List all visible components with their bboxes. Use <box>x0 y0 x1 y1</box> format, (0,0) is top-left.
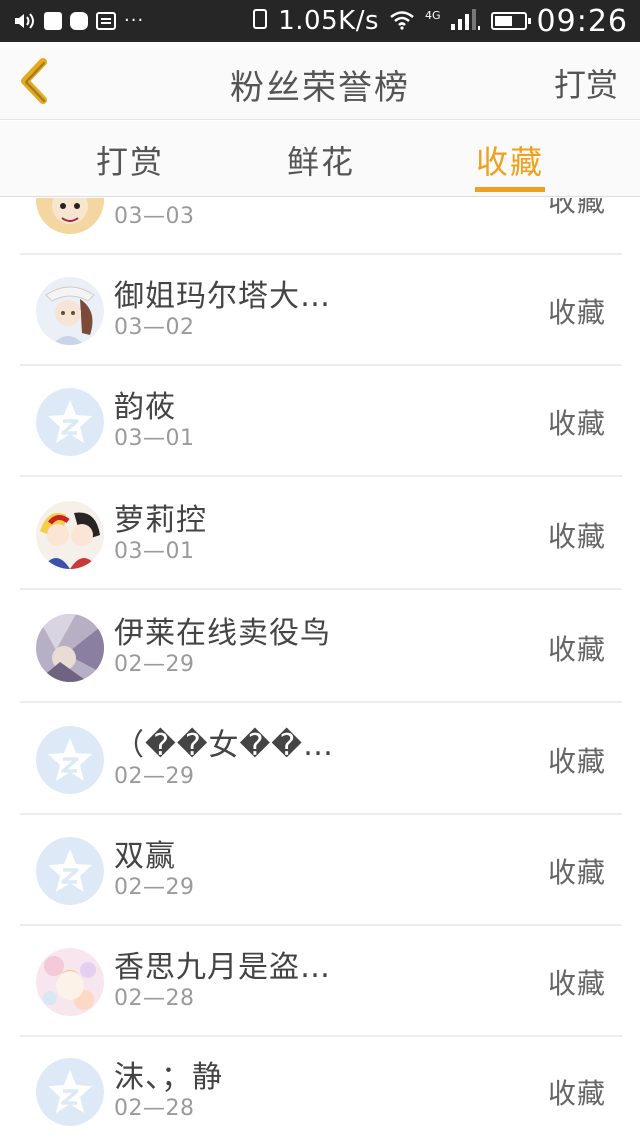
list-item[interactable]: 03—03 收藏 <box>20 198 622 255</box>
list-item[interactable]: （��女��… 02—29 收藏 <box>20 704 622 815</box>
default-avatar-icon[interactable] <box>36 388 104 456</box>
tab-favorites[interactable]: 收藏 <box>476 137 544 183</box>
date: 03—02 <box>114 315 195 340</box>
tab-reward[interactable]: 打赏 <box>96 137 164 183</box>
default-avatar-icon[interactable] <box>36 726 104 794</box>
fan-list[interactable]: 03—03 收藏 御姐玛尔塔大… 03—02 收藏 韵莜 03—01 收藏 萝莉… <box>0 198 640 1138</box>
favorite-label: 收藏 <box>547 633 606 666</box>
rounded-square-icon <box>70 12 88 30</box>
list-item[interactable]: 沫、；静 02—28 收藏 <box>20 1036 622 1138</box>
reward-button[interactable]: 打赏 <box>554 60 618 106</box>
date: 03—01 <box>114 426 195 451</box>
favorite-label: 收藏 <box>547 198 606 218</box>
avatar[interactable] <box>36 948 104 1016</box>
fan-name: 双赢 <box>114 839 176 874</box>
favorite-label: 收藏 <box>547 745 606 778</box>
favorite-label: 收藏 <box>547 967 606 1000</box>
signal-icon <box>450 6 481 37</box>
list-item[interactable]: 伊莱在线卖役鸟 02—29 收藏 <box>20 592 622 703</box>
favorite-label: 收藏 <box>547 856 606 889</box>
net-speed: 1.05K/s <box>278 6 379 36</box>
fan-name: 伊莱在线卖役鸟 <box>114 616 331 651</box>
default-avatar-icon[interactable] <box>36 837 104 905</box>
square-icon <box>44 12 62 30</box>
header: 粉丝荣誉榜 打赏 <box>0 42 640 120</box>
date: 02—29 <box>114 764 195 789</box>
favorite-label: 收藏 <box>547 520 606 553</box>
fan-name: 萝莉控 <box>114 503 207 538</box>
favorite-label: 收藏 <box>547 296 606 329</box>
active-tab-indicator <box>475 187 545 192</box>
avatar[interactable] <box>36 198 104 234</box>
clock: 09:26 <box>536 3 628 39</box>
default-avatar-icon[interactable] <box>36 1058 104 1126</box>
list-item[interactable]: 御姐玛尔塔大… 03—02 收藏 <box>20 255 622 366</box>
lock-icon <box>252 6 268 37</box>
fan-name: （��女��… <box>114 728 335 763</box>
more-dots-icon: ··· <box>124 10 145 31</box>
list-item[interactable]: 萝莉控 03—01 收藏 <box>20 479 622 590</box>
avatar[interactable] <box>36 277 104 345</box>
favorite-label: 收藏 <box>547 1077 606 1110</box>
date: 02—28 <box>114 986 195 1011</box>
wifi-icon <box>389 6 415 37</box>
fan-name: 韵莜 <box>114 390 176 425</box>
fan-name: 沫、；静 <box>114 1060 223 1095</box>
page-title: 粉丝荣誉榜 <box>230 68 410 108</box>
battery-icon <box>490 12 531 30</box>
list-item[interactable]: 香思九月是盗… 02—28 收藏 <box>20 926 622 1037</box>
date: 02—29 <box>114 652 195 677</box>
list-item[interactable]: 韵莜 03—01 收藏 <box>20 366 622 477</box>
message-icon <box>96 12 116 30</box>
date: 03—03 <box>114 204 195 229</box>
volume-icon <box>14 12 36 30</box>
status-left: ··· <box>14 0 144 42</box>
tab-flowers[interactable]: 鲜花 <box>287 137 355 183</box>
date: 02—28 <box>114 1096 195 1121</box>
fan-name: 香思九月是盗… <box>114 950 331 985</box>
network-type: 4G <box>425 8 441 22</box>
favorite-label: 收藏 <box>547 407 606 440</box>
avatar[interactable] <box>36 614 104 682</box>
status-right: 1.05K/s 4G 09:26 <box>252 0 628 42</box>
date: 03—01 <box>114 539 195 564</box>
fan-name: 御姐玛尔塔大… <box>114 279 331 314</box>
list-item[interactable]: 双赢 02—29 收藏 <box>20 815 622 926</box>
tab-bar: 打赏 鲜花 收藏 <box>0 121 640 197</box>
date: 02—29 <box>114 875 195 900</box>
avatar[interactable] <box>36 501 104 569</box>
status-bar: ··· 1.05K/s 4G 09:26 <box>0 0 640 42</box>
